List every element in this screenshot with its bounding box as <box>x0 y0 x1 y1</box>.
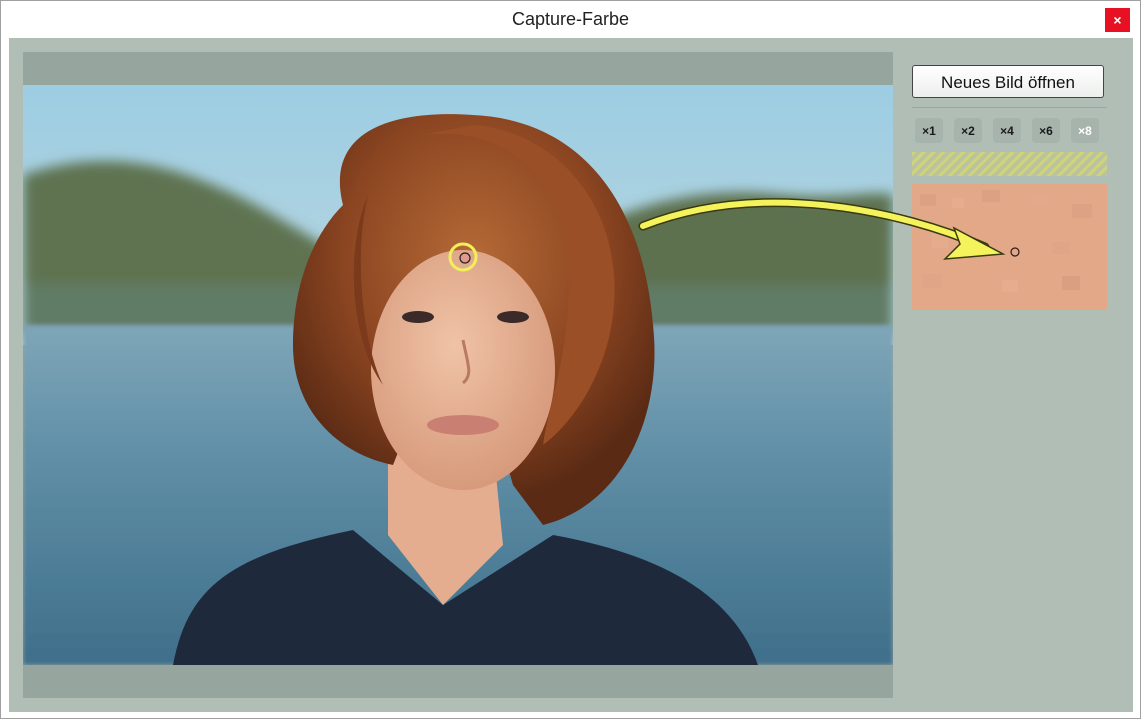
zoom-8x-button[interactable]: ×8 <box>1071 118 1099 143</box>
open-image-button[interactable]: Neues Bild öffnen <box>912 65 1104 98</box>
zoom-1x-button[interactable]: ×1 <box>915 118 943 143</box>
zoom-preview-pixels <box>912 184 1107 310</box>
title-bar: Capture-Farbe × <box>1 1 1140 39</box>
zoom-preview <box>912 184 1107 310</box>
photo-canvas[interactable] <box>23 85 893 665</box>
close-icon: × <box>1113 12 1122 28</box>
client-area: Neues Bild öffnen ×1 ×2 ×4 ×6 ×8 <box>9 38 1133 712</box>
zoom-6x-button[interactable]: ×6 <box>1032 118 1060 143</box>
window-title: Capture-Farbe <box>511 9 630 29</box>
color-swatch-placeholder <box>912 152 1107 176</box>
close-button[interactable]: × <box>1105 8 1130 32</box>
app-window: Capture-Farbe × Neues Bild öffnen ×1 ×2 … <box>0 0 1141 719</box>
divider <box>912 107 1107 108</box>
zoom-2x-button[interactable]: ×2 <box>954 118 982 143</box>
zoom-4x-button[interactable]: ×4 <box>993 118 1021 143</box>
image-panel <box>23 52 893 698</box>
